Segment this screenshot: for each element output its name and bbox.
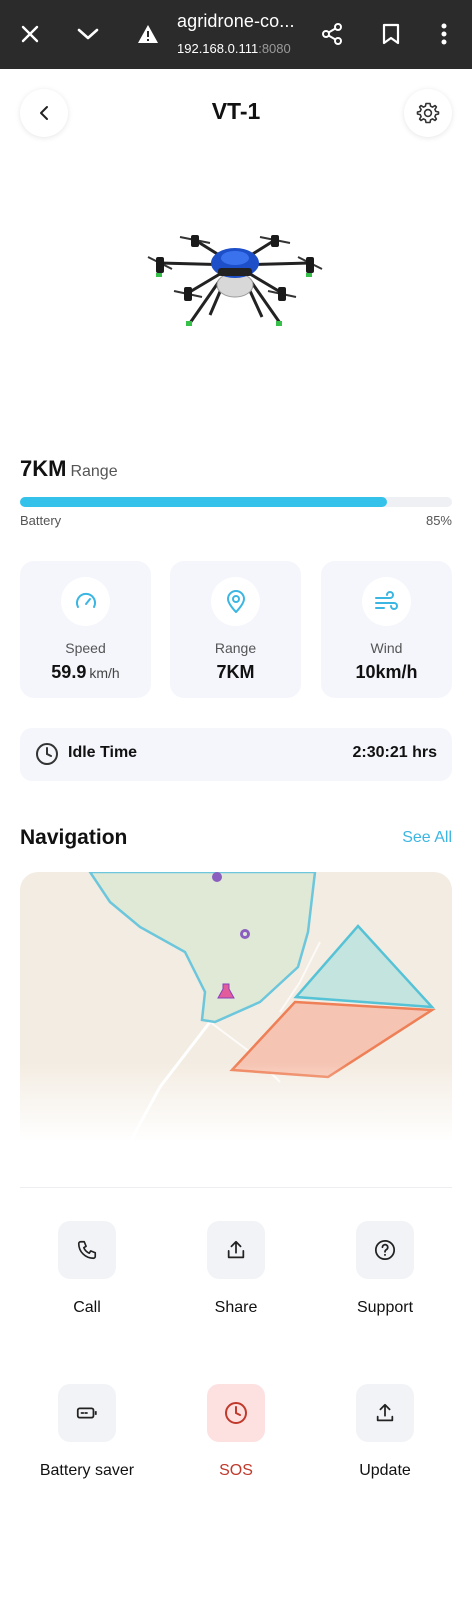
share-button[interactable] <box>207 1221 265 1279</box>
page-title: VT-1 <box>211 98 261 124</box>
wind-icon <box>362 577 411 626</box>
see-all-link[interactable]: See All <box>402 829 452 847</box>
speed-value: 59.9 <box>51 662 87 682</box>
sos-button[interactable] <box>207 1384 265 1442</box>
section-divider <box>20 1187 452 1188</box>
map-pin-icon <box>211 577 260 626</box>
range-stat-label: Range <box>214 640 257 656</box>
idle-time-label: Idle Time <box>68 744 138 761</box>
settings-button[interactable] <box>404 89 452 137</box>
clock-icon <box>35 742 59 771</box>
update-label: Update <box>359 1462 411 1479</box>
wind-value: 10km/h <box>355 662 418 682</box>
speed-card: Speed 59.9 km/h <box>20 561 151 698</box>
share-icon <box>227 1240 245 1259</box>
url-text[interactable]: 192.168.0.111:8080 <box>177 41 291 56</box>
bookmark-icon[interactable] <box>373 16 409 52</box>
phone-icon <box>77 1240 97 1260</box>
gear-icon <box>416 102 440 124</box>
poi-icon <box>212 872 222 882</box>
warning-icon[interactable] <box>130 16 166 52</box>
battery-icon <box>76 1407 97 1419</box>
battery-progress-bar <box>20 497 452 507</box>
help-circle-icon <box>374 1239 396 1261</box>
range-summary: 7KM Range <box>20 456 118 482</box>
call-button[interactable] <box>58 1221 116 1279</box>
url-host: 192.168.0.111 <box>177 41 259 56</box>
more-vert-icon[interactable] <box>426 16 462 52</box>
idle-time-value: 2:30:21 hrs <box>352 744 438 761</box>
speed-value-line: 59.9 km/h <box>20 662 151 683</box>
battery-saver-action[interactable]: Battery saver <box>12 1384 162 1480</box>
navigation-heading: Navigation <box>20 826 128 849</box>
range-value: 7KM <box>20 456 67 481</box>
range-unit: Range <box>70 463 118 480</box>
share-icon[interactable] <box>314 16 350 52</box>
call-action[interactable]: Call <box>12 1221 162 1317</box>
browser-toolbar: agridrone-co... 192.168.0.111:8080 <box>0 0 472 69</box>
clock-icon <box>225 1402 247 1424</box>
navigation-map[interactable] <box>20 872 452 1142</box>
share-action[interactable]: Share <box>161 1221 311 1317</box>
share-label: Share <box>214 1299 258 1316</box>
update-button[interactable] <box>356 1384 414 1442</box>
sos-label: SOS <box>219 1462 253 1479</box>
wind-card: Wind 10km/h <box>321 561 452 698</box>
support-button[interactable] <box>356 1221 414 1279</box>
battery-progress-fill <box>20 497 388 507</box>
wind-label: Wind <box>370 640 403 656</box>
update-action[interactable]: Update <box>310 1384 460 1480</box>
drone-image <box>140 225 330 340</box>
battery-saver-button[interactable] <box>58 1384 116 1442</box>
battery-label: Battery <box>20 513 62 528</box>
chevron-down-icon[interactable] <box>70 16 106 52</box>
range-card: Range 7KM <box>170 561 301 698</box>
range-stat-value: 7KM <box>216 662 255 682</box>
battery-saver-label: Battery saver <box>39 1462 135 1479</box>
battery-percent: 85% <box>425 513 452 528</box>
speedometer-icon <box>61 577 110 626</box>
sos-action[interactable]: SOS <box>161 1384 311 1480</box>
url-port: :8080 <box>258 41 291 56</box>
upload-icon <box>376 1403 394 1422</box>
speed-unit: km/h <box>89 665 120 681</box>
support-label: Support <box>356 1299 414 1316</box>
idle-time-card: Idle Time 2:30:21 hrs <box>20 728 452 781</box>
speed-label: Speed <box>65 640 106 656</box>
close-icon[interactable] <box>12 16 48 52</box>
call-label: Call <box>73 1299 101 1316</box>
page-tab-title[interactable]: agridrone-co... <box>177 11 295 32</box>
support-action[interactable]: Support <box>310 1221 460 1317</box>
poi-gear-icon <box>240 929 250 939</box>
